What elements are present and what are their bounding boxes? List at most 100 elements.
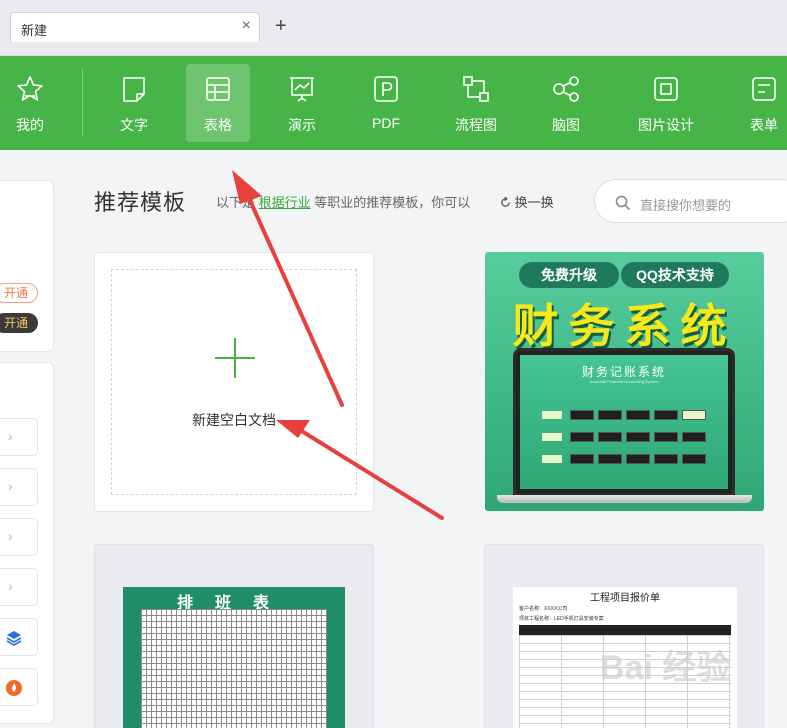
quotation-project: 项目工程名称：LED手机灯具安装专案 — [519, 616, 604, 622]
schedule-grid — [141, 609, 327, 728]
recommend-hint: 以下是 根据行业 等职业的推荐模板，你可以 — [216, 192, 470, 211]
document-icon — [123, 77, 145, 102]
screen-row-label — [542, 411, 562, 419]
left-menu-item[interactable]: › — [0, 518, 38, 556]
form-icon — [752, 77, 776, 101]
open-button[interactable]: 开通 — [0, 283, 38, 303]
left-menu-card: › › › › — [0, 362, 54, 724]
industry-link[interactable]: 根据行业 — [259, 195, 311, 210]
chevron-right-icon: › — [8, 428, 13, 444]
left-app-item[interactable] — [0, 618, 38, 656]
search-placeholder: 直接搜你想要的 — [640, 198, 732, 213]
toolbar-label: 流程图 — [455, 117, 497, 133]
screen-button — [682, 454, 706, 464]
screen-row-label — [542, 433, 562, 441]
template-finance-system[interactable]: 免费升级 QQ技术支持 财务系统 财务记账系统 Universal Financ… — [485, 252, 764, 511]
schedule-preview: 排班表 — [123, 587, 345, 728]
flowchart-icon — [463, 76, 489, 102]
left-menu-item[interactable]: › — [0, 418, 38, 456]
screen-button — [626, 410, 650, 420]
quotation-table-header — [519, 625, 731, 635]
new-blank-document-label: 新建空白文档 — [192, 412, 276, 428]
finance-title: 财务系统 — [512, 299, 737, 353]
laptop-base — [497, 495, 752, 503]
toolbar-item-mine[interactable]: 我的 — [0, 64, 60, 142]
add-tab-icon[interactable]: + — [275, 14, 287, 38]
toolbar-label: PDF — [372, 115, 400, 131]
pdf-icon — [374, 76, 398, 102]
presentation-icon — [290, 77, 314, 102]
screen-button — [654, 432, 678, 442]
close-icon[interactable]: × — [242, 17, 251, 35]
toolbar-label: 演示 — [288, 117, 316, 133]
left-member-card: 开通 开通 — [0, 180, 54, 352]
left-menu-item[interactable]: › — [0, 568, 38, 606]
chevron-right-icon: › — [8, 478, 13, 494]
hint-prefix: 以下是 — [216, 195, 256, 210]
flame-app-icon — [6, 680, 22, 696]
refresh-button[interactable]: 换一换 — [500, 192, 554, 211]
toolbar-item-form[interactable]: 表单 — [736, 64, 787, 142]
tab-new[interactable]: 新建 × — [10, 12, 260, 42]
screen-button — [570, 410, 594, 420]
screen-button — [682, 410, 706, 420]
left-menu-item[interactable]: › — [0, 468, 38, 506]
new-blank-document-card[interactable]: 新建空白文档 — [94, 252, 374, 512]
star-icon — [17, 76, 43, 101]
tab-bar: 新建 × + — [0, 0, 787, 56]
mindmap-icon — [553, 76, 579, 102]
toolbar-item-mindmap[interactable]: 脑图 — [536, 64, 596, 142]
screen-button — [598, 432, 622, 442]
quotation-title: 工程项目报价单 — [590, 593, 660, 604]
toolbar-label: 文字 — [120, 117, 148, 133]
image-design-icon — [654, 77, 678, 101]
hint-suffix: 等职业的推荐模板，你可以 — [314, 195, 471, 210]
toolbar-label: 图片设计 — [638, 117, 694, 133]
screen-button — [570, 454, 594, 464]
screen-title: 财务记账系统 — [581, 365, 666, 379]
blank-dashed-area: 新建空白文档 — [111, 269, 357, 495]
plus-icon — [234, 338, 236, 378]
toolbar-label: 表单 — [750, 117, 778, 133]
screen-button — [598, 410, 622, 420]
qq-support-badge: QQ技术支持 — [621, 262, 729, 288]
refresh-label: 换一换 — [514, 195, 554, 210]
toolbar-item-pdf[interactable]: PDF — [356, 64, 416, 142]
toolbar-item-flowchart[interactable]: 流程图 — [444, 64, 508, 142]
open-vip-button[interactable]: 开通 — [0, 313, 38, 333]
toolbar-item-presentation[interactable]: 演示 — [272, 64, 332, 142]
screen-button — [654, 410, 678, 420]
screen-button — [598, 454, 622, 464]
toolbar-item-image-design[interactable]: 图片设计 — [632, 64, 700, 142]
laptop-screen: 财务记账系统 Universal Financial Accounting Sy… — [520, 355, 728, 489]
refresh-icon — [501, 196, 510, 207]
chevron-right-icon: › — [8, 578, 13, 594]
laptop-illustration: 财务记账系统 Universal Financial Accounting Sy… — [513, 348, 735, 496]
toolbar-label: 脑图 — [552, 117, 580, 133]
template-schedule[interactable]: 排班表 — [94, 544, 374, 728]
toolbar-label: 我的 — [16, 117, 44, 133]
left-app-item[interactable] — [0, 668, 38, 706]
free-upgrade-badge: 免费升级 — [519, 262, 619, 288]
screen-subtitle: Universal Financial Accounting System — [589, 379, 659, 384]
toolbar-item-spreadsheet[interactable]: 表格 — [186, 64, 250, 142]
toolbar-label: 表格 — [204, 117, 232, 133]
chevron-right-icon: › — [8, 528, 13, 544]
toolbar-divider — [82, 68, 83, 136]
app-toolbar: 我的 文字 表格 演示 PDF 流程图 脑图 图片设计 表单 — [0, 56, 787, 150]
template-search-input[interactable]: 直接搜你想要的 — [594, 179, 787, 223]
template-quotation[interactable]: 工程项目报价单 客户名称：XXXX公司 项目工程名称：LED手机灯具安装专案 — [484, 544, 764, 728]
table-icon — [206, 77, 230, 101]
search-icon — [615, 195, 631, 211]
tab-title: 新建 — [21, 23, 48, 38]
screen-button — [626, 454, 650, 464]
toolbar-item-writer[interactable]: 文字 — [104, 64, 164, 142]
screen-row-label — [542, 455, 562, 463]
screen-button — [626, 432, 650, 442]
screen-button — [682, 432, 706, 442]
watermark: Bai 经验 — [600, 649, 731, 687]
screen-button — [570, 432, 594, 442]
quotation-customer: 客户名称：XXXX公司 — [519, 606, 568, 612]
layers-icon — [6, 631, 22, 646]
section-title: 推荐模板 — [94, 190, 187, 215]
